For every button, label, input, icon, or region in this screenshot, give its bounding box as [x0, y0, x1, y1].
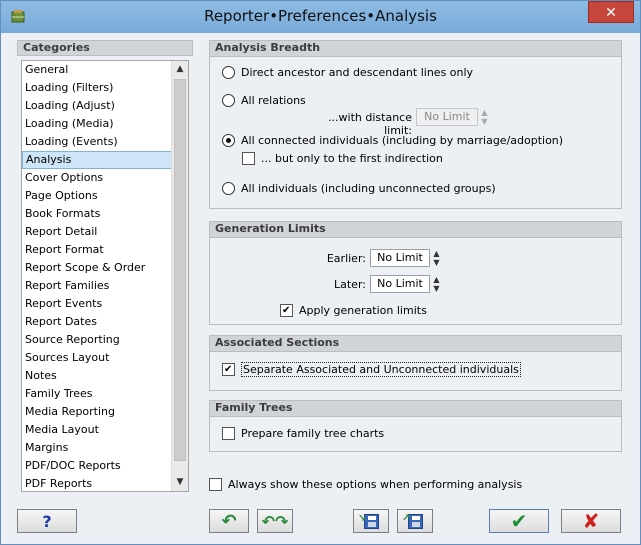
- always-show-label: Always show these options when performin…: [228, 478, 523, 491]
- ok-button[interactable]: ✔: [489, 509, 549, 533]
- earlier-spinner-icon[interactable]: ▲ ▼: [432, 249, 441, 267]
- title-bar[interactable]: Reporter•Preferences•Analysis ✕: [1, 1, 640, 33]
- category-item-pdf-doc-reports[interactable]: PDF/DOC Reports: [22, 457, 172, 475]
- category-item-report-detail[interactable]: Report Detail: [22, 223, 172, 241]
- radio-all-relations[interactable]: All relations: [222, 94, 306, 107]
- check-always-show[interactable]: Always show these options when performin…: [209, 478, 522, 491]
- category-item-report-format[interactable]: Report Format: [22, 241, 172, 259]
- categories-list[interactable]: General Loading (Filters) Loading (Adjust)…: [21, 60, 189, 492]
- undo-all-icon: ↶↷: [261, 511, 289, 531]
- earlier-label: Earlier:: [326, 252, 366, 265]
- category-item-page-options[interactable]: Page Options: [22, 187, 172, 205]
- category-item-notes[interactable]: Notes: [22, 367, 172, 385]
- check-separate-associated[interactable]: Separate Associated and Unconnected indi…: [222, 362, 521, 377]
- category-item-source-reporting[interactable]: Source Reporting: [22, 331, 172, 349]
- category-item-book-formats[interactable]: Book Formats: [22, 205, 172, 223]
- radio-connected-label: All connected individuals (including by …: [241, 134, 564, 147]
- family-trees-group: Family Trees Prepare family tree charts: [209, 400, 622, 452]
- category-item-report-dates[interactable]: Report Dates: [22, 313, 172, 331]
- cancel-button[interactable]: ✘: [561, 509, 621, 533]
- radio-all-relations-indicator[interactable]: [222, 94, 235, 107]
- radio-connected[interactable]: All connected individuals (including by …: [222, 134, 563, 147]
- earlier-field[interactable]: No Limit: [370, 249, 430, 267]
- associated-sections-header: Associated Sections: [210, 336, 621, 352]
- category-item-report-events[interactable]: Report Events: [22, 295, 172, 313]
- radio-all-relations-label: All relations: [241, 94, 306, 107]
- load-preferences-button[interactable]: ↗: [397, 509, 433, 533]
- window-title: Reporter•Preferences•Analysis: [204, 7, 437, 25]
- undo-icon: ↶: [221, 510, 237, 532]
- category-item-sources-layout[interactable]: Sources Layout: [22, 349, 172, 367]
- prepare-trees-checkbox[interactable]: [222, 427, 235, 440]
- category-item-report-scope-order[interactable]: Report Scope & Order: [22, 259, 172, 277]
- first-indirection-label: ... but only to the first indirection: [261, 152, 443, 165]
- family-trees-header: Family Trees: [210, 401, 621, 417]
- close-button[interactable]: ✕: [588, 1, 634, 23]
- category-item-loading-events[interactable]: Loading (Events): [22, 133, 172, 151]
- separate-associated-label: Separate Associated and Unconnected indi…: [241, 362, 521, 377]
- always-show-checkbox[interactable]: [209, 478, 222, 491]
- later-label: Later:: [334, 278, 366, 291]
- categories-scrollbar[interactable]: ▲ ▼: [171, 61, 188, 491]
- later-field[interactable]: No Limit: [370, 275, 430, 293]
- apply-generation-label: Apply generation limits: [299, 304, 427, 317]
- check-first-indirection[interactable]: ... but only to the first indirection: [242, 152, 443, 165]
- radio-direct-label: Direct ancestor and descendant lines onl…: [241, 66, 474, 79]
- category-item-loading-filters[interactable]: Loading (Filters): [22, 79, 172, 97]
- generation-limits-group: Generation Limits Earlier: No Limit ▲ ▼ L…: [209, 221, 622, 325]
- radio-all-individuals[interactable]: All individuals (including unconnected g…: [222, 182, 496, 195]
- category-item-family-trees[interactable]: Family Trees: [22, 385, 172, 403]
- preferences-window: Reporter•Preferences•Analysis ✕ Categori…: [0, 0, 641, 545]
- analysis-breadth-header: Analysis Breadth: [210, 41, 621, 57]
- undo-button[interactable]: ↶: [209, 509, 249, 533]
- later-spinner-icon[interactable]: ▲ ▼: [432, 275, 441, 293]
- separate-associated-checkbox[interactable]: [222, 363, 235, 376]
- radio-all-individuals-indicator[interactable]: [222, 182, 235, 195]
- load-arrow-icon: ↗: [402, 513, 411, 524]
- check-apply-generation[interactable]: Apply generation limits: [280, 304, 427, 317]
- save-preferences-button[interactable]: ↘: [353, 509, 389, 533]
- category-item-loading-media[interactable]: Loading (Media): [22, 115, 172, 133]
- category-item-media-layout[interactable]: Media Layout: [22, 421, 172, 439]
- first-indirection-checkbox[interactable]: [242, 152, 255, 165]
- category-item-media-reporting[interactable]: Media Reporting: [22, 403, 172, 421]
- radio-direct-indicator[interactable]: [222, 66, 235, 79]
- categories-panel: Categories General Loading (Filters) Loadi…: [17, 40, 193, 496]
- category-item-general[interactable]: General: [22, 61, 172, 79]
- apply-generation-checkbox[interactable]: [280, 304, 293, 317]
- generation-limits-header: Generation Limits: [210, 222, 621, 238]
- prepare-trees-label: Prepare family tree charts: [241, 427, 385, 440]
- help-button[interactable]: ?: [17, 509, 77, 533]
- scroll-down-icon[interactable]: ▼: [172, 474, 188, 491]
- check-prepare-trees[interactable]: Prepare family tree charts: [222, 427, 384, 440]
- scroll-up-icon[interactable]: ▲: [172, 61, 188, 78]
- associated-sections-group: Associated Sections Separate Associated …: [209, 335, 622, 391]
- save-arrow-icon: ↘: [358, 513, 367, 524]
- category-item-loading-adjust[interactable]: Loading (Adjust): [22, 97, 172, 115]
- distance-limit-field[interactable]: No Limit: [416, 108, 478, 126]
- radio-direct-lines[interactable]: Direct ancestor and descendant lines onl…: [222, 66, 473, 79]
- distance-spinner-icon[interactable]: ▲ ▼: [480, 108, 489, 126]
- categories-header: Categories: [17, 40, 193, 56]
- category-item-analysis[interactable]: Analysis: [22, 151, 172, 169]
- scroll-thumb[interactable]: [174, 79, 186, 461]
- category-item-margins[interactable]: Margins: [22, 439, 172, 457]
- radio-connected-indicator[interactable]: [222, 134, 235, 147]
- category-item-report-families[interactable]: Report Families: [22, 277, 172, 295]
- radio-all-individuals-label: All individuals (including unconnected g…: [241, 182, 496, 195]
- analysis-breadth-group: Analysis Breadth Direct ancestor and des…: [209, 40, 622, 209]
- category-item-cover-options[interactable]: Cover Options: [22, 169, 172, 187]
- undo-all-button[interactable]: ↶↷: [257, 509, 293, 533]
- category-item-pdf-reports[interactable]: PDF Reports: [22, 475, 172, 491]
